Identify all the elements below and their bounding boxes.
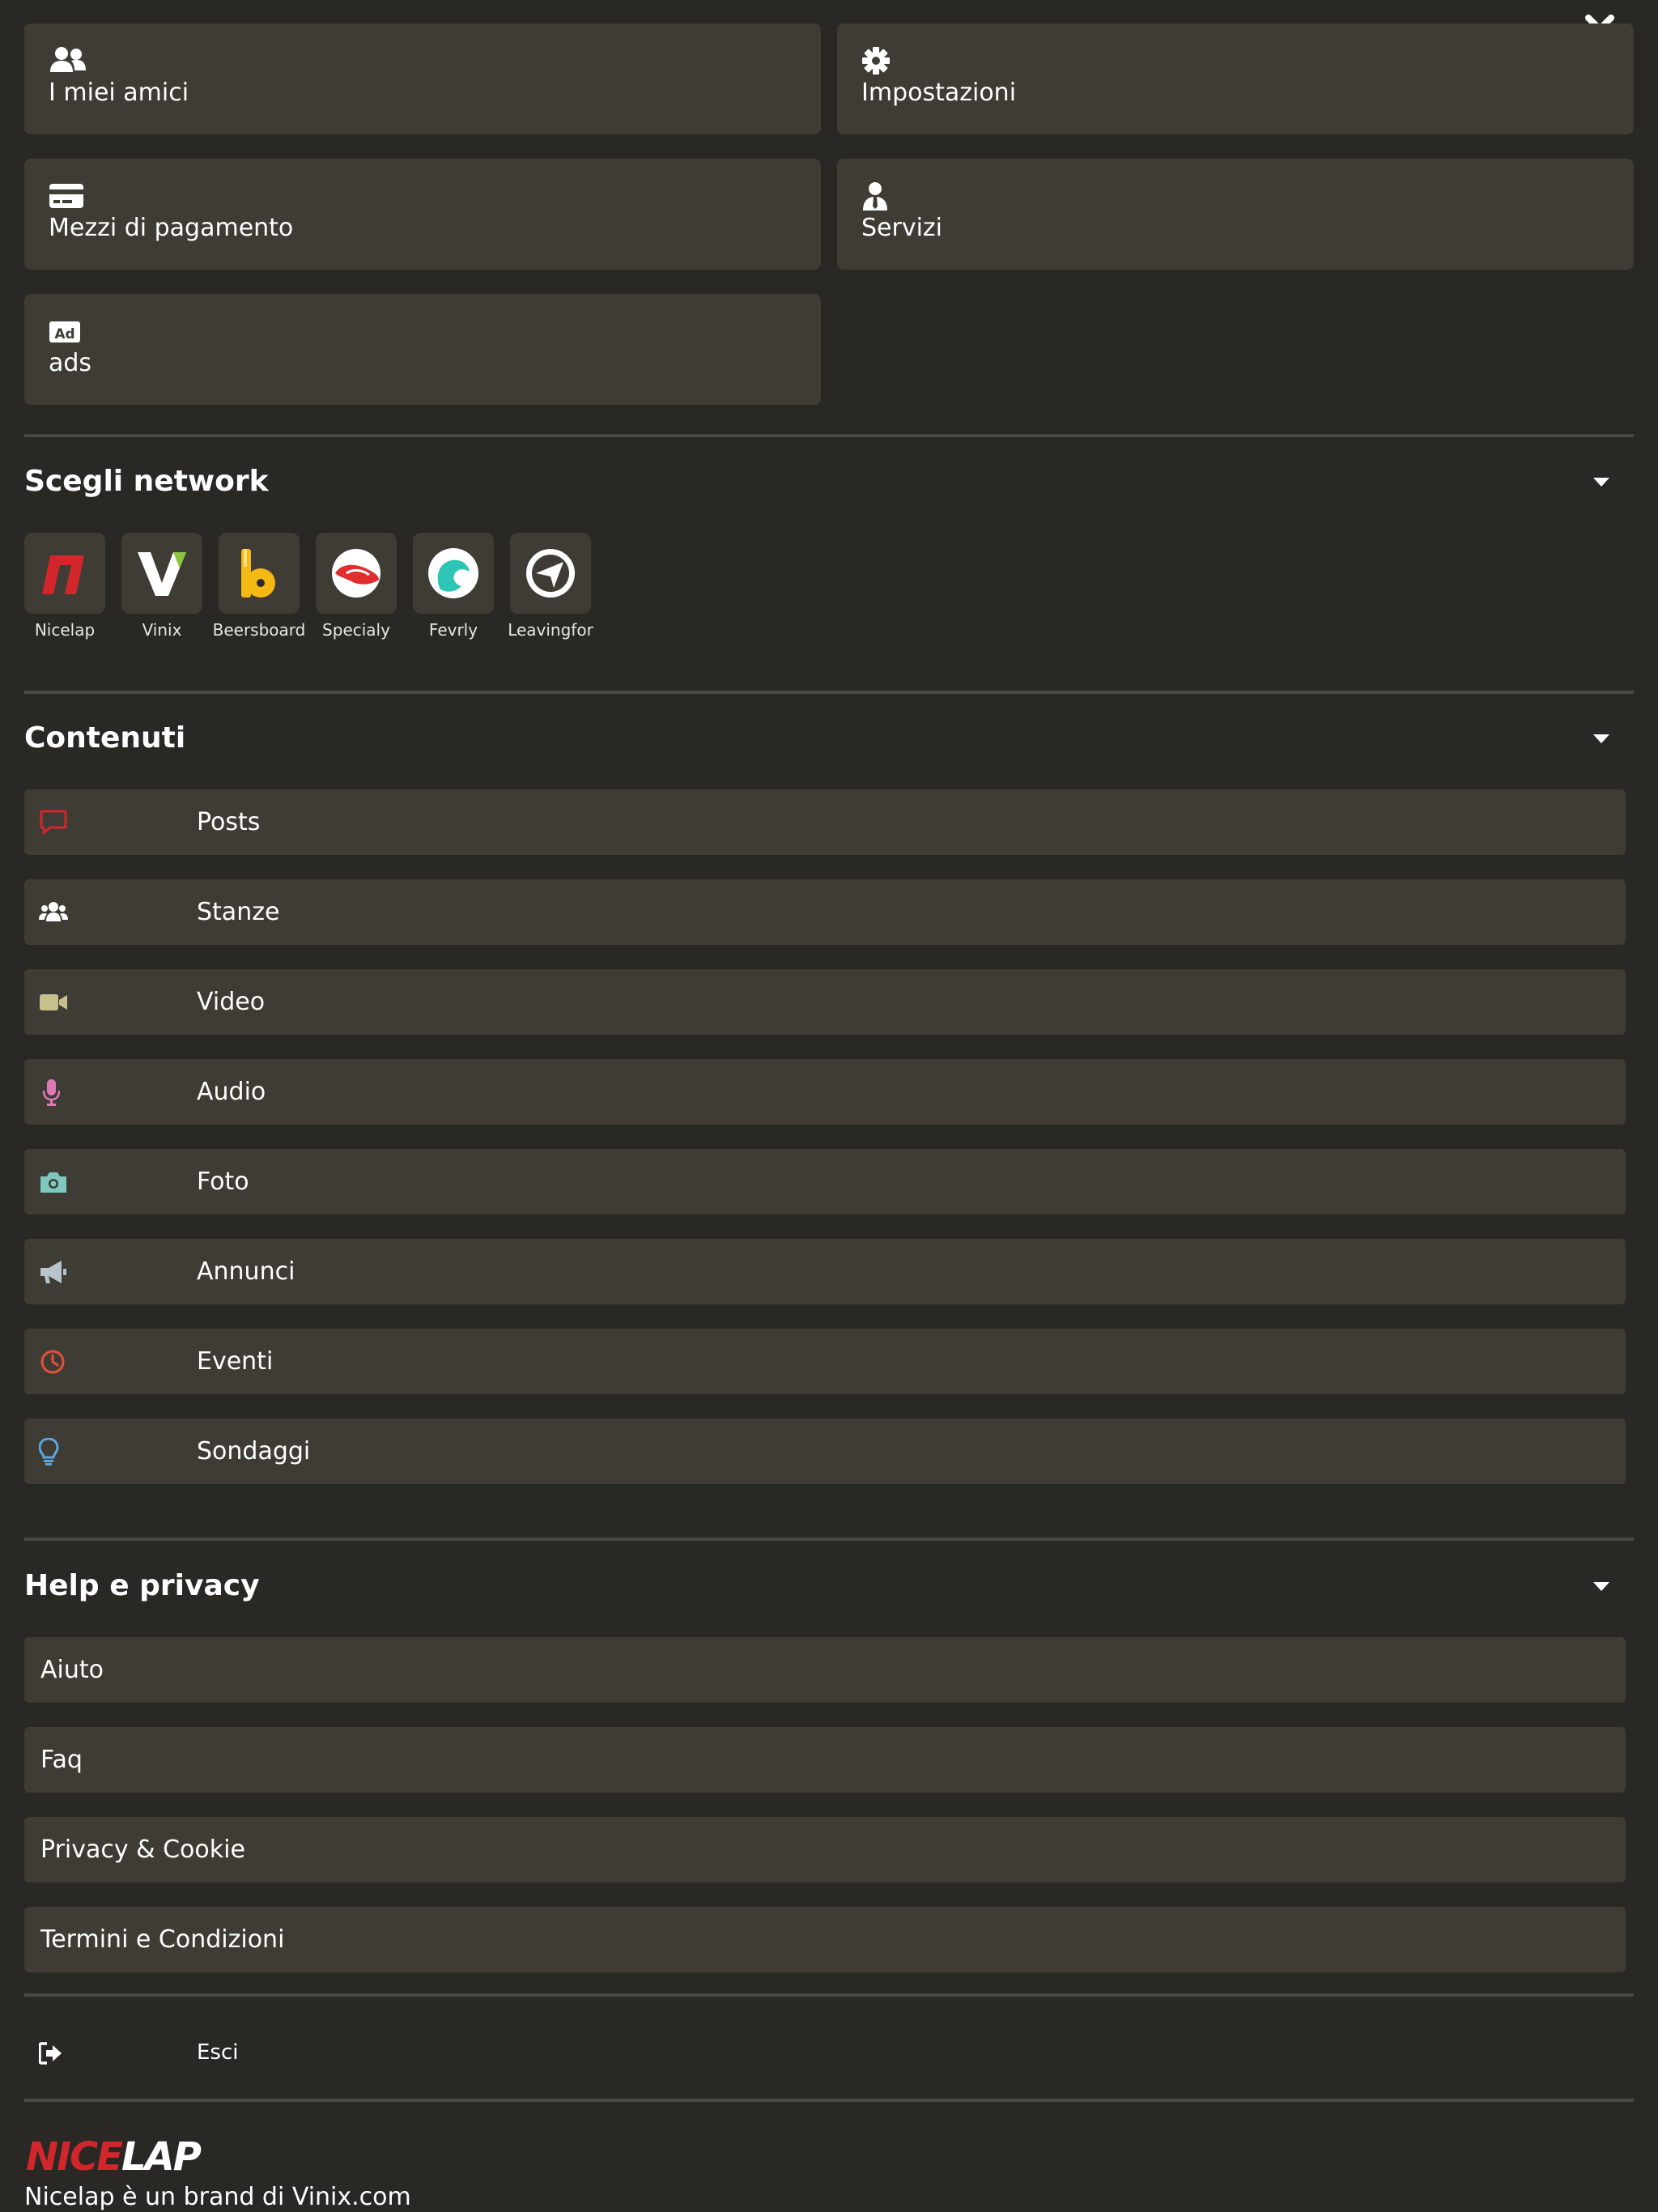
quick-link-label: ads	[49, 349, 92, 377]
quick-link-ads[interactable]: Ad ads	[24, 294, 821, 405]
lightbulb-icon	[39, 1438, 59, 1465]
caret-down-icon[interactable]	[1592, 1576, 1611, 1596]
help-section-header[interactable]: Help e privacy	[24, 1563, 1611, 1609]
help-item-label: Termini e Condizioni	[40, 1925, 285, 1954]
network-item-beersboard[interactable]: Beersboard	[213, 533, 316, 640]
quick-link-payment-methods[interactable]: Mezzi di pagamento	[24, 159, 821, 270]
network-label: Specialy	[322, 620, 390, 640]
fevrly-logo-icon	[428, 548, 478, 598]
network-tile	[510, 533, 591, 614]
help-item-faq[interactable]: Faq	[24, 1727, 1626, 1793]
quick-link-label: I miei amici	[49, 79, 189, 107]
user-tie-icon	[863, 182, 887, 211]
ad-icon: Ad	[49, 321, 80, 342]
content-item-events[interactable]: Eventi	[24, 1329, 1626, 1394]
help-item-label: Privacy & Cookie	[40, 1836, 245, 1864]
network-label: Leavingfor	[508, 620, 593, 640]
svg-text:NICELAP: NICELAP	[26, 2134, 202, 2176]
contents-section-title: Contenuti	[24, 721, 186, 755]
help-section-title: Help e privacy	[24, 1569, 260, 1602]
leavingfor-logo-icon	[526, 549, 575, 598]
contents-section-header[interactable]: Contenuti	[24, 716, 1611, 761]
networks-section-title: Scegli network	[24, 465, 269, 498]
content-item-label: Video	[197, 988, 266, 1016]
network-list: Nicelap Vinix Beersboard Specialy Fevrly…	[24, 533, 672, 640]
quick-link-friends[interactable]: I miei amici	[24, 23, 821, 134]
content-item-video[interactable]: Video	[24, 969, 1626, 1035]
microphone-icon	[42, 1079, 61, 1106]
help-item-label: Aiuto	[40, 1656, 104, 1684]
content-item-label: Stanze	[197, 898, 280, 926]
caret-down-icon[interactable]	[1592, 472, 1611, 491]
divider	[24, 1993, 1634, 1997]
network-tile	[121, 533, 202, 614]
caret-down-icon[interactable]	[1592, 729, 1611, 748]
content-item-label: Annunci	[197, 1257, 295, 1286]
network-item-vinix[interactable]: Vinix	[121, 533, 219, 640]
content-item-audio[interactable]: Audio	[24, 1059, 1626, 1125]
content-item-label: Sondaggi	[197, 1437, 311, 1465]
content-item-announcements[interactable]: Annunci	[24, 1239, 1626, 1304]
divider	[24, 2099, 1634, 2102]
camera-icon	[40, 1172, 66, 1193]
quick-link-settings[interactable]: Impostazioni	[837, 23, 1634, 134]
quick-link-label: Impostazioni	[861, 79, 1017, 107]
content-item-label: Posts	[197, 808, 261, 836]
beersboard-logo-icon	[241, 549, 275, 598]
network-label: Beersboard	[212, 620, 306, 640]
network-tile	[24, 533, 105, 614]
content-item-label: Foto	[197, 1168, 249, 1196]
logout-label: Esci	[197, 2040, 239, 2065]
divider	[24, 691, 1634, 694]
help-item-privacy[interactable]: Privacy & Cookie	[24, 1817, 1626, 1882]
divider	[24, 434, 1634, 437]
vinix-logo-icon	[138, 552, 186, 596]
brand-note: Nicelap è un brand di Vinix.com	[24, 2183, 411, 2211]
network-item-leavingfor[interactable]: Leavingfor	[508, 533, 607, 640]
network-tile	[413, 533, 494, 614]
gear-icon	[862, 47, 890, 74]
network-item-specialy[interactable]: Specialy	[316, 533, 413, 640]
networks-section-header[interactable]: Scegli network	[24, 459, 1611, 504]
network-tile	[316, 533, 397, 614]
network-label: Nicelap	[34, 620, 96, 640]
credit-card-icon	[49, 184, 83, 208]
content-item-polls[interactable]: Sondaggi	[24, 1419, 1626, 1484]
content-item-posts[interactable]: Posts	[24, 789, 1626, 855]
users-icon	[50, 47, 86, 72]
network-tile	[219, 533, 300, 614]
sign-out-icon	[39, 2042, 62, 2065]
help-item-aiuto[interactable]: Aiuto	[24, 1637, 1626, 1703]
comment-icon	[40, 810, 67, 835]
help-item-terms[interactable]: Termini e Condizioni	[24, 1907, 1626, 1972]
content-item-photo[interactable]: Foto	[24, 1149, 1626, 1214]
content-item-label: Audio	[197, 1078, 266, 1106]
video-camera-icon	[40, 994, 67, 1010]
network-label: Vinix	[142, 620, 182, 640]
clock-icon	[40, 1350, 65, 1374]
quick-link-label: Servizi	[861, 214, 943, 242]
nicelap-logo-icon	[42, 555, 84, 594]
content-item-label: Eventi	[197, 1347, 274, 1376]
logout-button[interactable]: Esci	[24, 2024, 1626, 2081]
network-item-fevrly[interactable]: Fevrly	[413, 533, 510, 640]
svg-text:Ad: Ad	[54, 326, 74, 342]
quick-link-label: Mezzi di pagamento	[49, 214, 294, 242]
content-item-rooms[interactable]: Stanze	[24, 879, 1626, 945]
help-item-label: Faq	[40, 1746, 83, 1774]
specialy-logo-icon	[332, 549, 380, 598]
quick-link-services[interactable]: Servizi	[837, 159, 1634, 270]
group-icon	[39, 902, 68, 921]
megaphone-icon	[40, 1261, 66, 1283]
nicelap-brand-logo: NICELAP	[26, 2134, 203, 2176]
menu-panel: I miei amici Impostazioni Mezzi di pagam…	[0, 0, 1658, 2212]
network-label: Fevrly	[428, 620, 478, 640]
network-item-nicelap[interactable]: Nicelap	[24, 533, 121, 640]
divider	[24, 1538, 1634, 1541]
